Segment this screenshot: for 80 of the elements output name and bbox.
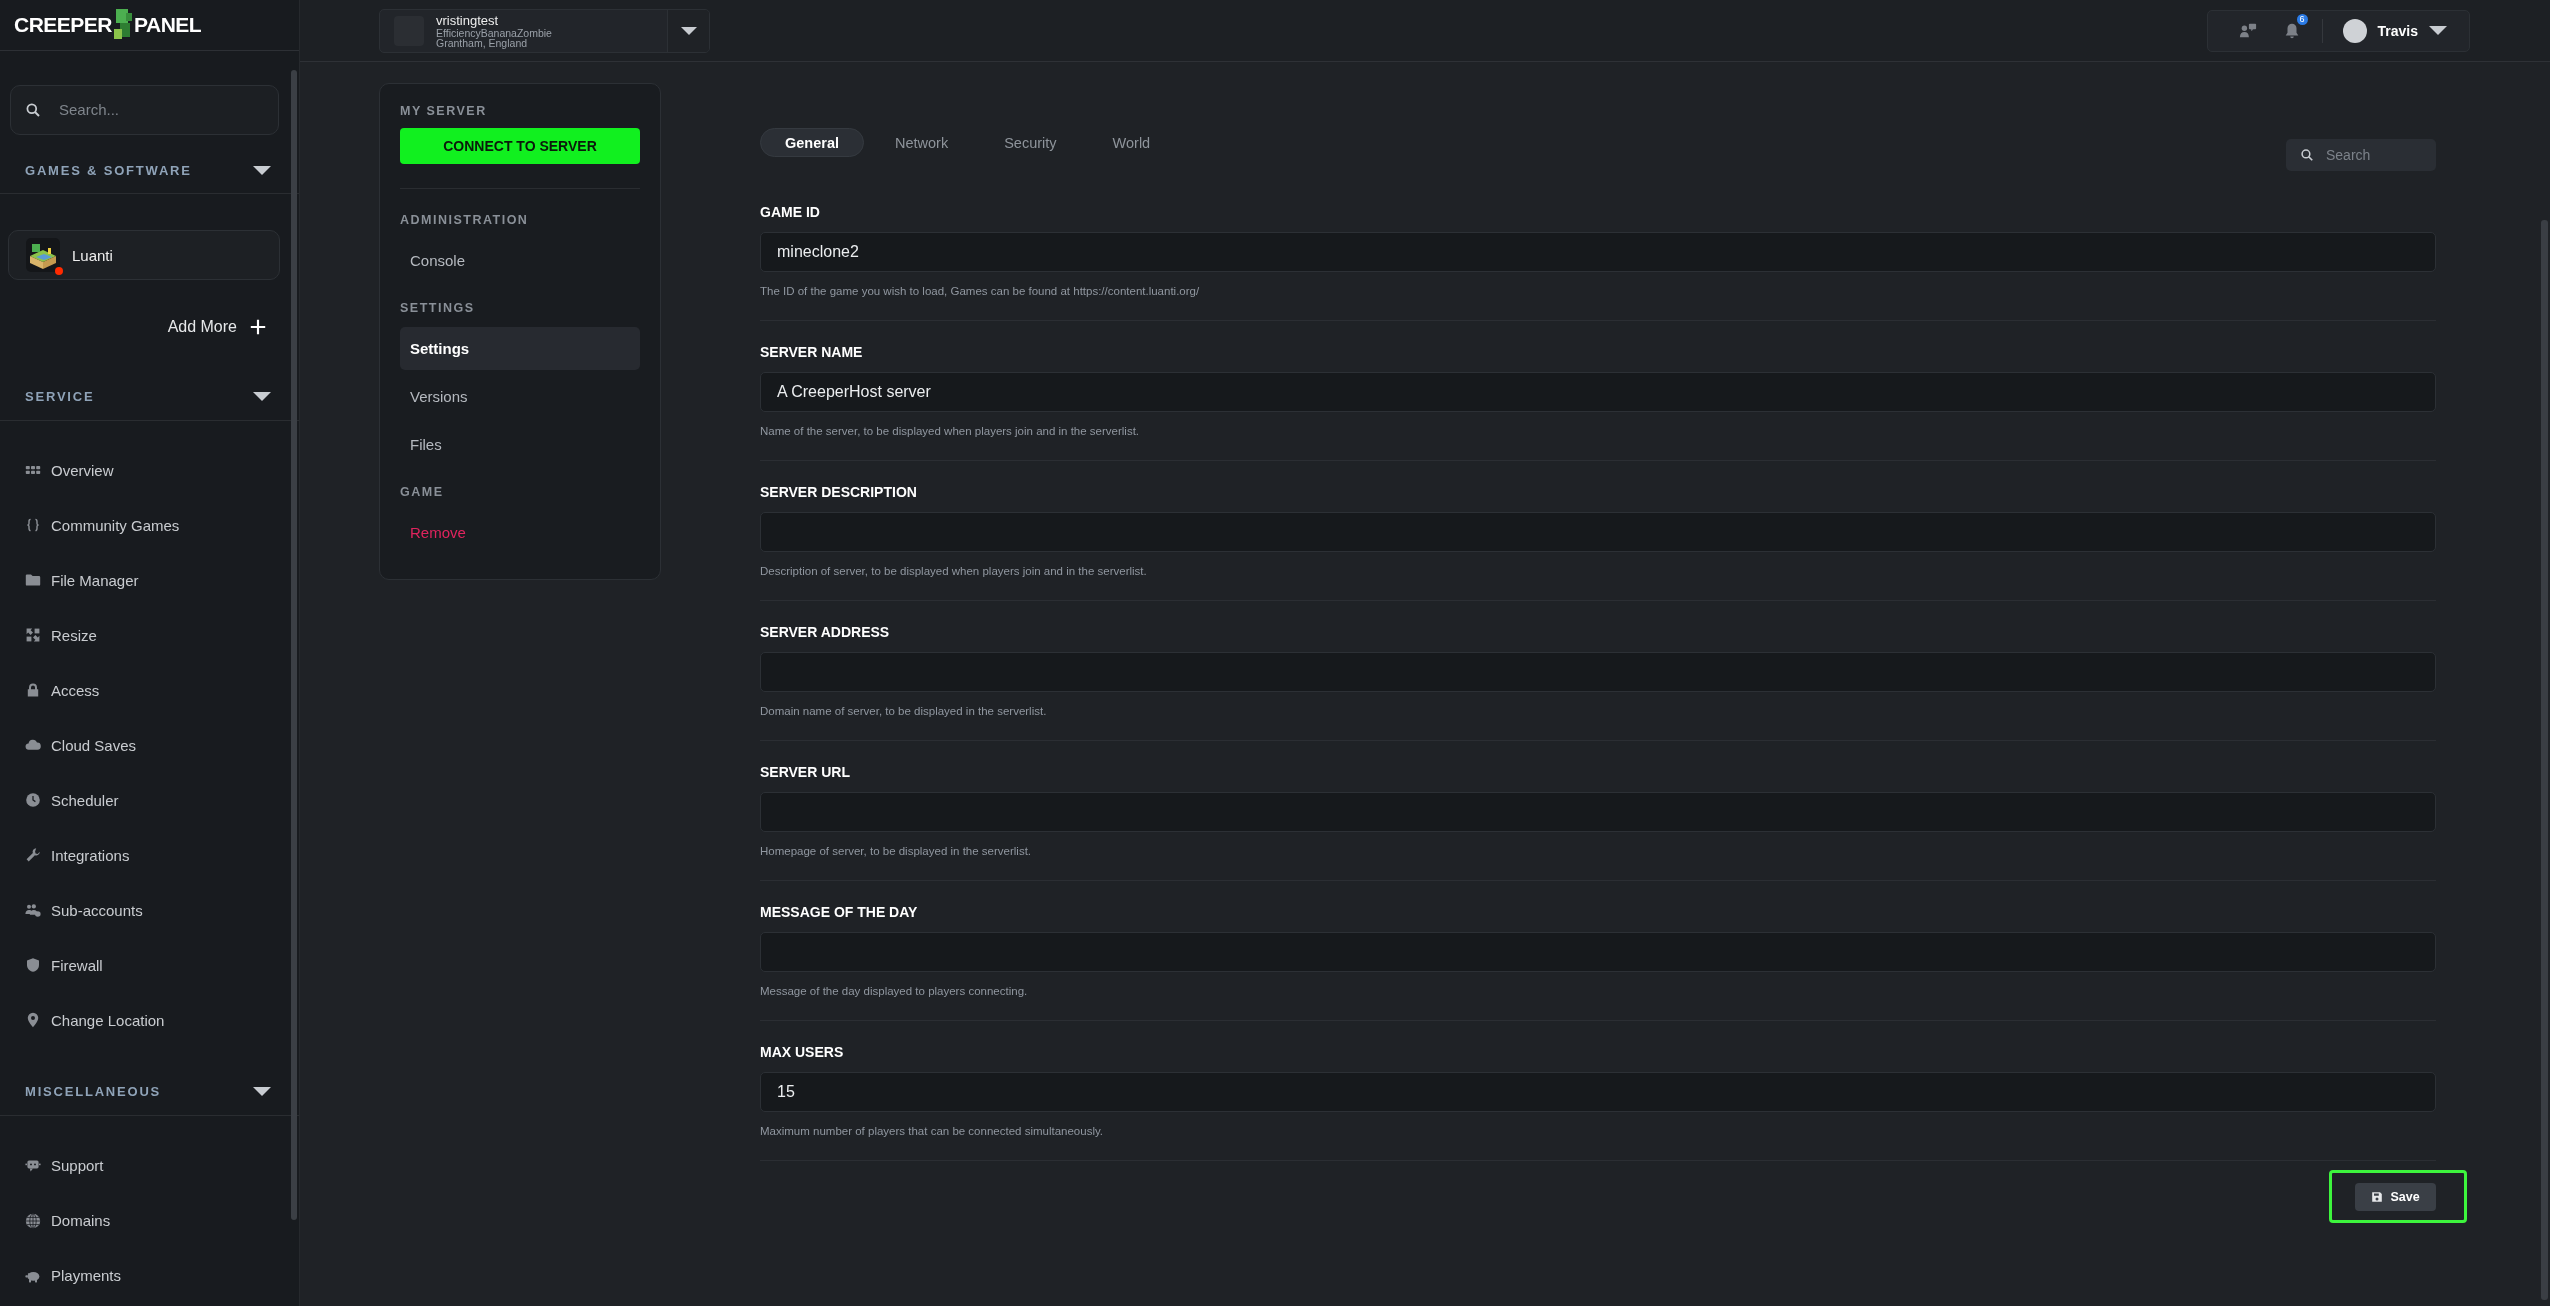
sidebar-link[interactable]: Community Games: [25, 497, 180, 553]
group-heading: GAME: [400, 484, 445, 501]
connect-button[interactable]: CONNECT TO SERVER: [400, 128, 640, 164]
sidebar-link[interactable]: Firewall: [25, 937, 103, 993]
user-menu[interactable]: Travis: [2336, 17, 2453, 44]
people-chat-icon: [2238, 21, 2257, 40]
input-field[interactable]: [760, 652, 2436, 692]
field-label: MAX USERS: [760, 1043, 844, 1061]
robot-chat-icon: [25, 1157, 41, 1174]
input-field[interactable]: A CreeperHost server: [760, 372, 2436, 412]
sidebar-link[interactable]: Sub-accounts: [25, 882, 143, 938]
globe-icon: [25, 1212, 41, 1229]
logo-text: PANEL: [134, 12, 202, 37]
lock-icon: [25, 682, 41, 698]
nav-item[interactable]: Console: [400, 239, 640, 282]
sidebar-link[interactable]: Access: [25, 662, 100, 718]
search-field[interactable]: Search: [2286, 139, 2436, 171]
sidebar-link[interactable]: File Manager: [25, 552, 139, 608]
add-more-button[interactable]: Add More: [161, 317, 273, 337]
field-label: GAME ID: [760, 203, 820, 221]
landscape-cube-icon: [26, 238, 60, 273]
field-label: SERVER URL: [760, 763, 850, 781]
sidebar-link[interactable]: Resize: [25, 607, 97, 663]
users-icon: [25, 902, 41, 918]
input-field[interactable]: [760, 932, 2436, 972]
input-field[interactable]: [760, 792, 2436, 832]
input-field[interactable]: 15: [760, 1072, 2436, 1112]
panel-heading: MY SERVER: [400, 103, 488, 120]
scrollbar-thumb[interactable]: [2541, 220, 2548, 1300]
braces-icon: [25, 517, 41, 533]
search-icon: [25, 101, 41, 118]
plus-icon: [249, 318, 267, 336]
sidebar-link[interactable]: Cloud Saves: [25, 717, 137, 773]
save-button[interactable]: Save: [2355, 1183, 2436, 1211]
caret-icon: [2429, 26, 2447, 35]
field-help: Message of the day displayed to players connecting.: [760, 984, 1028, 998]
field-help: Description of server, to be displayed when players join and in the serverlist.: [760, 564, 1147, 578]
wrench-icon: [25, 847, 41, 863]
sidebar-link[interactable]: Playments: [25, 1248, 122, 1303]
field-help: Homepage of server, to be displayed in the serverlist.: [760, 844, 1032, 858]
arrows-icon: [25, 627, 41, 643]
pin-icon: [25, 1012, 41, 1028]
shield-icon: [25, 957, 41, 973]
field-help: Name of the server, to be displayed when players join and in the serverlist.: [760, 424, 1140, 438]
nav-item[interactable]: Remove: [400, 511, 640, 554]
sidebar-link[interactable]: Change Location: [25, 992, 165, 1048]
clock-icon: [25, 792, 41, 808]
sidebar-link[interactable]: Scheduler: [25, 772, 119, 828]
sidebar-link[interactable]: Support: [25, 1138, 104, 1193]
field-help: The ID of the game you wish to load, Games can be found at https://content.luanti.org/: [760, 284, 1200, 298]
game-card[interactable]: Luanti: [8, 230, 280, 280]
cloud-icon: [25, 737, 41, 753]
field-label: SERVER NAME: [760, 343, 863, 361]
field-label: SERVER ADDRESS: [760, 623, 890, 641]
sidebar-link[interactable]: Overview: [25, 442, 114, 498]
input-field[interactable]: mineclone2: [760, 232, 2436, 272]
group-heading: SETTINGS: [400, 300, 476, 317]
settings-tab[interactable]: Security: [979, 128, 1082, 157]
search-field[interactable]: Search...: [10, 84, 279, 135]
logo-text: CREEPER: [14, 12, 113, 37]
nav-item[interactable]: Versions: [400, 375, 640, 418]
field-label: MESSAGE OF THE DAY: [760, 903, 918, 921]
folder-icon: [25, 572, 41, 588]
search-icon: [2300, 148, 2314, 162]
field-label: SERVER DESCRIPTION: [760, 483, 917, 501]
settings-tab[interactable]: World: [1087, 128, 1176, 157]
field-help: Maximum number of players that can be connected simultaneously.: [760, 1124, 1104, 1138]
input-field[interactable]: [760, 512, 2436, 552]
nav-item[interactable]: Files: [400, 423, 640, 466]
settings-tab[interactable]: General: [760, 128, 864, 157]
notifications-button[interactable]: 6: [2269, 9, 2314, 52]
sidebar-link[interactable]: Integrations: [25, 827, 130, 883]
field-help: Domain name of server, to be displayed in the serverlist.: [760, 704, 1047, 718]
notification-count: 6: [2296, 13, 2308, 25]
group-heading: ADMINISTRATION: [400, 212, 530, 229]
sidebar-link[interactable]: Domains: [25, 1193, 111, 1248]
nav-item[interactable]: Settings: [400, 327, 640, 370]
user-avatar: [2342, 18, 2367, 43]
settings-tab[interactable]: Network: [870, 128, 974, 157]
scrollbar-thumb[interactable]: [291, 70, 297, 1220]
